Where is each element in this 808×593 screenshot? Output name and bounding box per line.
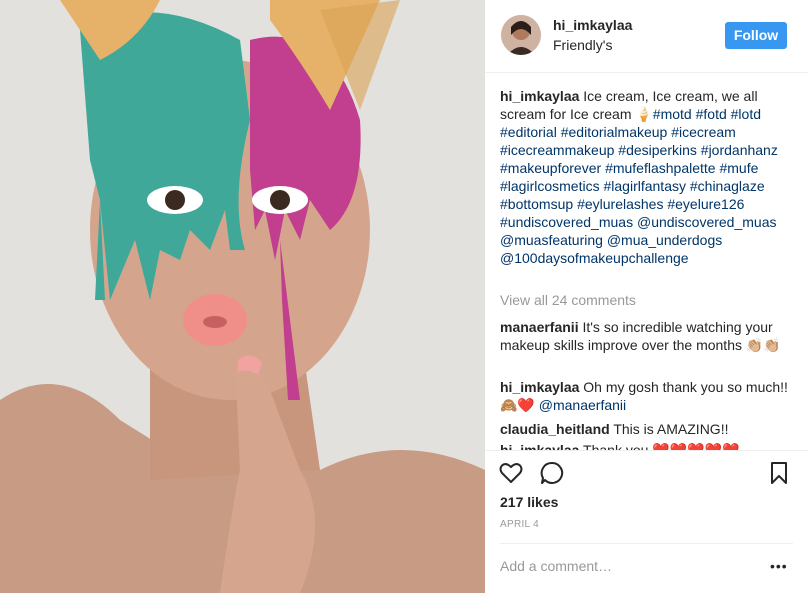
hashtag-link[interactable]: #undiscovered_muas <box>500 214 633 230</box>
comment-text: This is AMAZING!! <box>613 421 729 437</box>
heart-icon[interactable] <box>498 460 524 486</box>
post-location[interactable]: Friendly's <box>553 37 612 53</box>
hashtag-link[interactable]: #bottomsup <box>500 196 573 212</box>
hashtag-link[interactable]: #eylurelashes <box>577 196 663 212</box>
hashtag-link[interactable]: #editorialmakeup <box>561 124 668 140</box>
comment: hi_imkaylaa Oh my gosh thank you so much… <box>500 378 800 414</box>
action-bar <box>485 452 808 492</box>
divider <box>485 450 808 451</box>
hashtag-link[interactable]: #jordanhanz <box>701 142 778 158</box>
add-comment-input[interactable] <box>500 558 750 574</box>
hashtag-link[interactable]: #mufe <box>719 160 758 176</box>
hashtag-link[interactable]: #lagirlfantasy <box>603 178 686 194</box>
comment-username[interactable]: claudia_heitland <box>500 421 610 437</box>
hashtag-link[interactable]: @mua_underdogs <box>607 232 722 248</box>
caption-username[interactable]: hi_imkaylaa <box>500 88 579 104</box>
hashtag-link[interactable]: @undiscovered_muas <box>637 214 777 230</box>
comment-username[interactable]: hi_imkaylaa <box>500 379 579 395</box>
post-date: APRIL 4 <box>500 519 539 530</box>
likes-count[interactable]: 217 likes <box>500 494 558 510</box>
comment: manaerfanii It's so incredible watching … <box>500 318 800 354</box>
hashtag-link[interactable]: #editorial <box>500 124 557 140</box>
hashtag-link[interactable]: #desiperkins <box>618 142 697 158</box>
post-username[interactable]: hi_imkaylaa <box>553 17 632 33</box>
divider <box>500 543 793 544</box>
hashtag-link[interactable]: #lagirlcosmetics <box>500 178 600 194</box>
post-header: hi_imkaylaa Friendly's Follow <box>485 0 808 73</box>
comment-text: Thank you ❤️❤️❤️❤️❤️ <box>583 442 740 450</box>
comment: hi_imkaylaa Thank you ❤️❤️❤️❤️❤️ <box>500 441 800 450</box>
caption-tags: #motd #fotd #lotd #editorial #editorialm… <box>500 106 778 266</box>
hashtag-link[interactable]: #lotd <box>731 106 761 122</box>
hashtag-link[interactable]: #icecream <box>671 124 736 140</box>
caption: hi_imkaylaa Ice cream, Ice cream, we all… <box>500 87 800 267</box>
post-photo[interactable] <box>0 0 485 593</box>
comment-icon[interactable] <box>539 460 565 486</box>
avatar[interactable] <box>501 15 541 55</box>
comment: claudia_heitland This is AMAZING!! <box>500 420 800 438</box>
hashtag-link[interactable]: #icecreammakeup <box>500 142 614 158</box>
more-options-icon[interactable]: ••• <box>770 558 788 574</box>
hashtag-link[interactable]: #eyelure126 <box>667 196 744 212</box>
bookmark-icon[interactable] <box>766 460 792 486</box>
post-sidebar: hi_imkaylaa Friendly's Follow hi_imkayla… <box>485 0 808 593</box>
follow-button[interactable]: Follow <box>725 22 787 49</box>
hashtag-link[interactable]: #fotd <box>696 106 727 122</box>
comment-username[interactable]: hi_imkaylaa <box>500 442 579 450</box>
comment-mention[interactable]: @manaerfanii <box>539 397 626 413</box>
comments-list[interactable]: hi_imkaylaa Ice cream, Ice cream, we all… <box>485 73 808 450</box>
hashtag-link[interactable]: @muasfeaturing <box>500 232 603 248</box>
hashtag-link[interactable]: #mufeflashpalette <box>605 160 716 176</box>
comment-username[interactable]: manaerfanii <box>500 319 579 335</box>
view-all-comments-link[interactable]: View all 24 comments <box>500 292 636 308</box>
hashtag-link[interactable]: #motd <box>653 106 692 122</box>
hashtag-link[interactable]: #makeupforever <box>500 160 601 176</box>
hashtag-link[interactable]: @100daysofmakeupchallenge <box>500 250 689 266</box>
hashtag-link[interactable]: #chinaglaze <box>690 178 765 194</box>
